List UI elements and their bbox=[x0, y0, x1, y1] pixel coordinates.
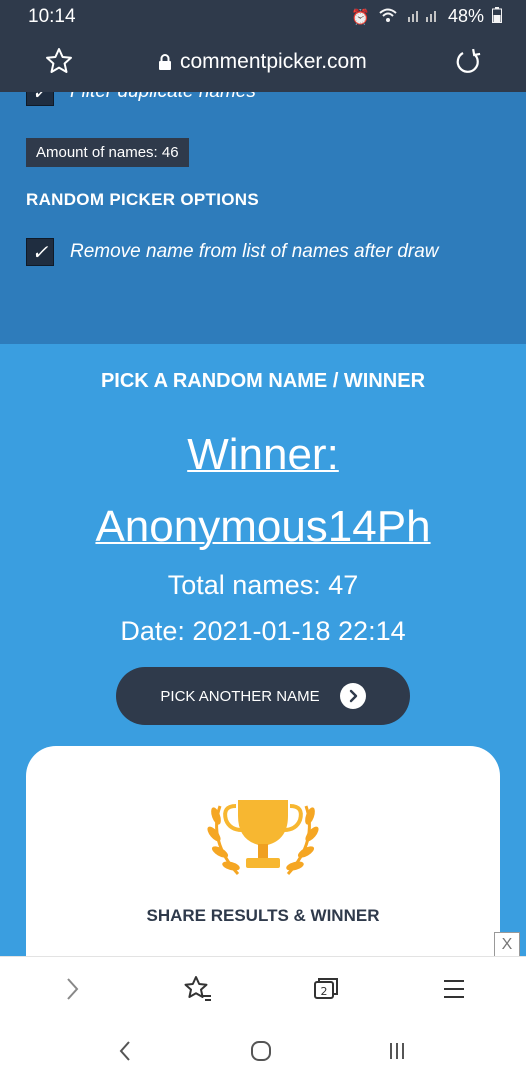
pick-another-name-label: PICK ANOTHER NAME bbox=[160, 687, 320, 705]
filter-duplicates-label: Filter duplicate names bbox=[70, 92, 256, 103]
android-navigation-bar bbox=[0, 1020, 526, 1080]
battery-icon bbox=[492, 6, 502, 27]
alarm-icon: ⏰ bbox=[351, 8, 370, 26]
remove-name-label: Remove name from list of names after dra… bbox=[70, 241, 439, 262]
chevron-right-icon bbox=[339, 683, 366, 709]
winner-label: Winner: bbox=[187, 430, 339, 479]
forward-icon[interactable] bbox=[56, 973, 88, 1005]
remove-name-checkbox[interactable]: ✓ bbox=[26, 238, 54, 266]
amount-of-names-badge: Amount of names: 46 bbox=[26, 138, 189, 167]
settings-section: ✓ Filter duplicate names Amount of names… bbox=[0, 92, 526, 344]
menu-icon[interactable] bbox=[438, 973, 470, 1005]
back-icon[interactable] bbox=[110, 1036, 140, 1066]
status-time: 10:14 bbox=[28, 6, 76, 27]
recent-apps-icon[interactable] bbox=[382, 1036, 412, 1066]
bookmark-star-icon[interactable] bbox=[44, 46, 74, 76]
status-bar: 10:14 ⏰ 48% bbox=[0, 0, 526, 34]
winner-section: PICK A RANDOM NAME / WINNER Winner: Anon… bbox=[0, 344, 526, 986]
share-results-card: SHARE RESULTS & WINNER bbox=[26, 746, 500, 986]
tab-count: 2 bbox=[321, 985, 328, 998]
winner-name[interactable]: Anonymous14Ph bbox=[0, 502, 526, 552]
url-text[interactable]: commentpicker.com bbox=[180, 50, 367, 74]
pick-another-name-button[interactable]: PICK ANOTHER NAME bbox=[116, 667, 410, 725]
bookmarks-icon[interactable] bbox=[182, 973, 214, 1005]
ad-close-button[interactable]: X bbox=[494, 932, 520, 958]
browser-bottom-toolbar: 2 bbox=[0, 956, 526, 1021]
random-picker-options-title: RANDOM PICKER OPTIONS bbox=[26, 190, 259, 209]
pick-winner-title: PICK A RANDOM NAME / WINNER bbox=[100, 370, 426, 392]
draw-date: Date: 2021-01-18 22:14 bbox=[120, 616, 406, 646]
signal-icon bbox=[406, 7, 440, 27]
share-results-title: SHARE RESULTS & WINNER bbox=[146, 906, 380, 925]
remove-name-option[interactable]: ✓ Remove name from list of names after d… bbox=[26, 238, 439, 266]
battery-percent: 48% bbox=[447, 6, 484, 26]
home-icon[interactable] bbox=[246, 1036, 276, 1066]
total-names: Total names: 47 bbox=[167, 570, 359, 600]
filter-duplicates-checkbox[interactable]: ✓ bbox=[26, 92, 54, 106]
trophy-icon bbox=[198, 786, 328, 886]
tabs-icon[interactable]: 2 bbox=[310, 973, 342, 1005]
browser-url-bar: commentpicker.com bbox=[0, 34, 526, 92]
reload-icon[interactable] bbox=[454, 48, 482, 76]
wifi-icon bbox=[378, 7, 398, 27]
lock-icon bbox=[158, 54, 172, 70]
status-icons: ⏰ 48% bbox=[351, 6, 502, 27]
filter-duplicates-option[interactable]: ✓ Filter duplicate names bbox=[26, 92, 256, 106]
